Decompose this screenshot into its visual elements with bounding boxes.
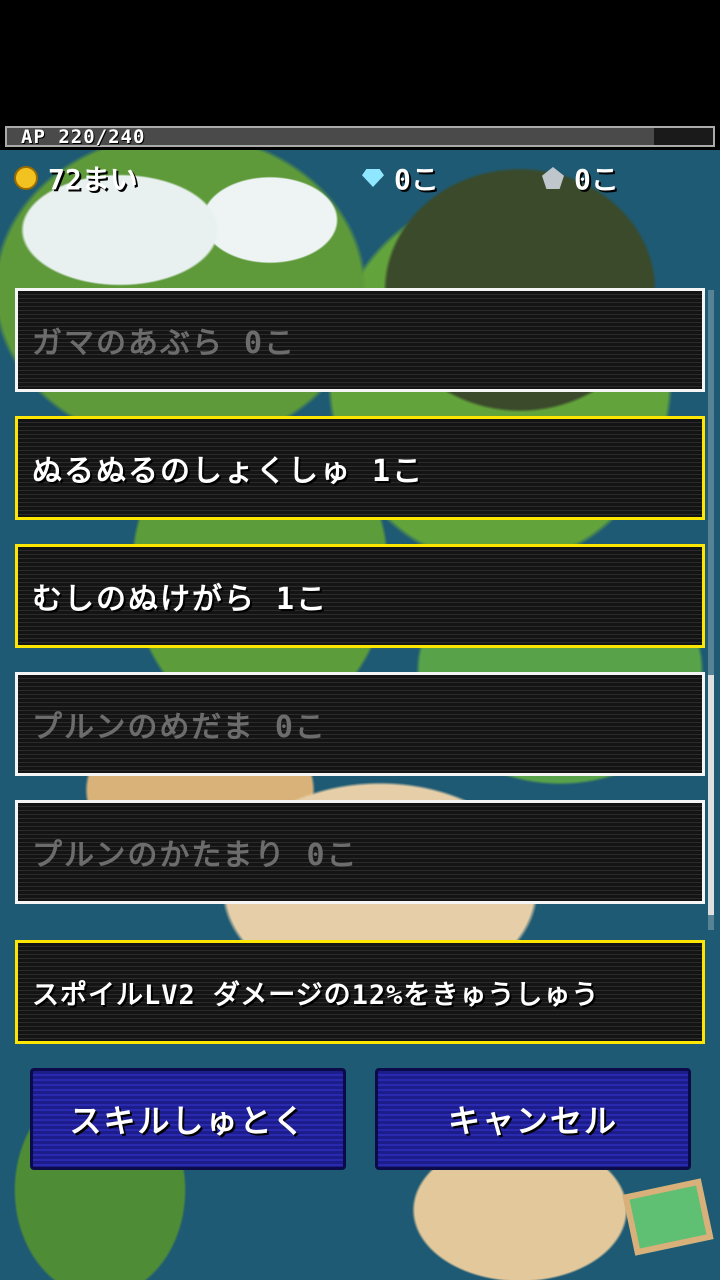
item-label: プルンのかたまり 0こ: [32, 838, 359, 873]
item-label: むしのぬけがら 1こ: [32, 582, 329, 617]
cancel-button[interactable]: キャンセル: [375, 1068, 691, 1170]
skill-description: スポイルLV2 ダメージの12%をきゅうしゅう: [15, 940, 705, 1044]
ore-icon: [542, 167, 564, 189]
item-label: プルンのめだま 0こ: [32, 710, 327, 745]
item-row-bug-shell[interactable]: むしのぬけがら 1こ: [15, 544, 705, 648]
list-scrollbar[interactable]: [708, 290, 714, 930]
diamond-icon: [362, 169, 384, 187]
diamond-amount: 0こ: [394, 163, 439, 196]
item-label: ぬるぬるのしょくしゅ 1こ: [32, 454, 425, 489]
item-row-gama-oil[interactable]: ガマのあぶら 0こ: [15, 288, 705, 392]
item-label: ガマのあぶら 0こ: [32, 326, 297, 361]
skill-label: スポイルLV2 ダメージの12%をきゅうしゅう: [32, 979, 600, 1011]
list-scrollbar-thumb[interactable]: [708, 675, 714, 915]
ap-text: AP 220/240: [21, 126, 146, 148]
item-row-purun-eye[interactable]: プルンのめだま 0こ: [15, 672, 705, 776]
gold-counter: 72まい: [14, 160, 138, 196]
coin-icon: [14, 166, 38, 190]
gold-amount: 72まい: [48, 163, 138, 196]
learn-skill-button[interactable]: スキルしゅとく: [30, 1068, 346, 1170]
ap-gauge: AP 220/240: [5, 126, 715, 148]
item-row-purun-lump[interactable]: プルンのかたまり 0こ: [15, 800, 705, 904]
diamond-counter: 0こ: [362, 160, 439, 196]
item-row-slimy-tentacle[interactable]: ぬるぬるのしょくしゅ 1こ: [15, 416, 705, 520]
learn-skill-label: スキルしゅとく: [69, 1102, 307, 1140]
cancel-label: キャンセル: [447, 1102, 618, 1140]
ore-counter: 0こ: [542, 160, 619, 196]
ore-amount: 0こ: [574, 163, 619, 196]
